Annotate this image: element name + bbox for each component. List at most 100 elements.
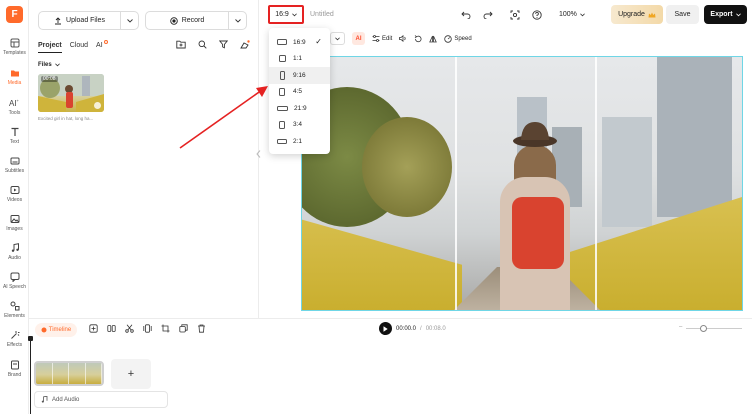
tab-cloud[interactable]: Cloud: [70, 42, 88, 53]
timeline-toggle[interactable]: Timeline: [35, 323, 77, 337]
redo-icon: [483, 11, 493, 19]
elements-icon: [9, 300, 20, 311]
nav-item-videos[interactable]: Videos: [0, 184, 29, 214]
ratio-option-9-16[interactable]: 9:16: [269, 67, 330, 84]
nav-item-tools[interactable]: AI + Tools: [0, 97, 29, 127]
subtitles-icon: [9, 155, 20, 166]
ratio-9-16-icon: [279, 70, 285, 80]
tab-ai[interactable]: AI: [96, 40, 108, 53]
tab-ai-label: AI: [96, 42, 103, 49]
add-audio-label: Add Audio: [52, 396, 80, 403]
delete-icon[interactable]: [197, 324, 206, 333]
thumbnail-caption: Excited girl in hat, long ha...: [38, 116, 94, 121]
screenshot-button[interactable]: [508, 8, 521, 21]
save-button[interactable]: Save: [666, 5, 699, 24]
ratio-option-16-9[interactable]: 16:9 ✓: [269, 34, 330, 51]
record-icon: [169, 16, 178, 25]
ratio-option-label: 21:9: [294, 104, 307, 112]
scissors-icon[interactable]: [125, 324, 134, 333]
crown-icon: [648, 12, 656, 17]
freeze-frame-icon[interactable]: [143, 324, 152, 333]
new-folder-icon[interactable]: [176, 40, 186, 49]
ratio-option-label: 16:9: [293, 38, 306, 46]
timeline-icon: [41, 327, 47, 333]
project-title[interactable]: Untitled: [310, 11, 334, 18]
undo-icon: [460, 11, 470, 19]
upload-options-button[interactable]: [120, 12, 138, 29]
rotate-button[interactable]: [414, 34, 422, 43]
ratio-option-4-5[interactable]: 4:5: [269, 84, 330, 101]
add-media-icon[interactable]: [89, 324, 98, 333]
edit-button[interactable]: Edit: [372, 35, 392, 42]
nav-item-images[interactable]: Images: [0, 213, 29, 243]
crop-guide-right: [595, 57, 597, 310]
nav-label: Audio: [8, 255, 21, 261]
duplicate-icon[interactable]: [179, 324, 188, 333]
fit-dropdown[interactable]: [330, 32, 345, 45]
canvas-building-3: [657, 57, 732, 217]
ratio-option-21-9[interactable]: 21:9: [269, 100, 330, 117]
redo-button[interactable]: [481, 8, 494, 21]
clean-up-icon[interactable]: [240, 40, 250, 49]
ratio-option-label: 1:1: [293, 55, 303, 63]
upload-files-button[interactable]: Upload Files: [39, 12, 120, 29]
chevron-down-icon: [54, 63, 60, 67]
split-icon[interactable]: [107, 324, 116, 333]
zoom-slider-knob[interactable]: [700, 325, 707, 332]
ratio-option-label: 3:4: [293, 121, 303, 129]
collapse-panel-button[interactable]: [256, 150, 262, 164]
playhead[interactable]: [28, 336, 33, 414]
clip-frame: [69, 363, 86, 384]
media-panel: Upload Files Record Project Cloud AI Fil…: [29, 0, 259, 318]
files-section-toggle[interactable]: Files: [38, 62, 60, 68]
app-logo[interactable]: F: [6, 6, 23, 23]
add-clip-button[interactable]: +: [111, 359, 151, 389]
speed-button[interactable]: Speed: [444, 34, 472, 43]
chevron-down-icon: [234, 18, 241, 23]
ratio-option-2-1[interactable]: 2:1: [269, 133, 330, 150]
nav-item-templates[interactable]: Templates: [0, 37, 29, 67]
files-label: Files: [38, 62, 52, 68]
chevron-down-icon: [580, 12, 585, 16]
timeline-zoom-slider[interactable]: –: [679, 324, 742, 332]
video-clip[interactable]: [34, 361, 104, 386]
thumbnail-duration: 00:08: [41, 76, 58, 82]
zoom-dropdown[interactable]: 100%: [559, 11, 585, 18]
nav-item-subtitles[interactable]: Subtitles: [0, 155, 29, 185]
svg-text:+: +: [17, 98, 20, 103]
volume-button[interactable]: [399, 35, 407, 42]
added-check-icon: [94, 102, 101, 109]
play-button[interactable]: [379, 322, 392, 335]
crop-icon[interactable]: [161, 324, 170, 333]
upload-icon: [55, 16, 62, 24]
music-note-icon: [41, 396, 48, 403]
nav-item-media[interactable]: Media: [0, 67, 29, 97]
media-thumbnail[interactable]: 00:08: [38, 74, 104, 112]
nav-item-audio[interactable]: Audio: [0, 242, 29, 272]
nav-item-text[interactable]: Text: [0, 126, 29, 156]
nav-item-brand[interactable]: Brand: [0, 359, 29, 389]
flip-button[interactable]: [429, 35, 438, 43]
record-options-button[interactable]: [228, 12, 246, 29]
export-button[interactable]: Export: [704, 5, 747, 24]
nav-item-elements[interactable]: Elements: [0, 300, 29, 330]
ratio-option-1-1[interactable]: 1:1: [269, 51, 330, 68]
record-button[interactable]: Record: [146, 12, 228, 29]
svg-text:AI: AI: [9, 99, 17, 108]
ratio-2-1-icon: [277, 138, 287, 144]
tab-project[interactable]: Project: [38, 42, 62, 53]
undo-button[interactable]: [459, 8, 472, 21]
nav-item-effects[interactable]: Effects: [0, 329, 29, 359]
add-audio-track[interactable]: Add Audio: [34, 391, 168, 408]
zoom-out-icon[interactable]: –: [679, 324, 682, 330]
nav-item-ai-speech[interactable]: AI Speech: [0, 271, 29, 301]
filter-icon[interactable]: [219, 40, 228, 49]
ratio-option-label: 2:1: [293, 137, 303, 145]
search-icon[interactable]: [198, 40, 207, 49]
aspect-ratio-button[interactable]: 16:9: [268, 5, 304, 24]
video-canvas[interactable]: [301, 56, 743, 311]
upgrade-button[interactable]: Upgrade: [611, 5, 663, 24]
ai-tools-button[interactable]: AI: [352, 32, 365, 45]
help-button[interactable]: [530, 8, 543, 21]
ratio-option-3-4[interactable]: 3:4: [269, 117, 330, 134]
